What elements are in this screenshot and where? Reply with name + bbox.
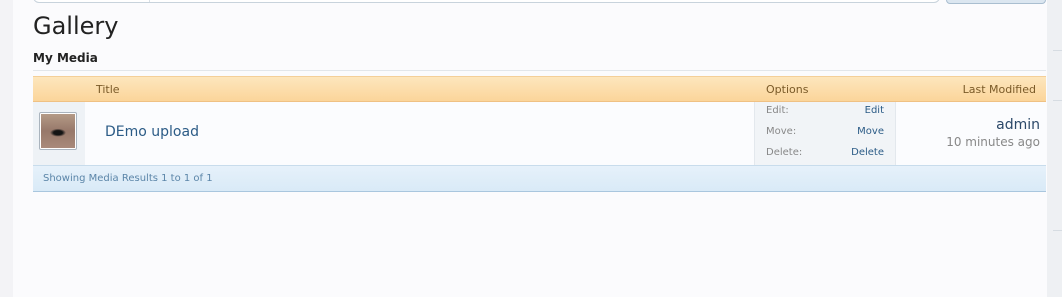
search-input[interactable] [33,0,940,3]
section-title: My Media [33,51,98,65]
edge-divider [1053,230,1062,231]
option-label: Move: [766,126,797,137]
right-scroll-edge [1047,0,1062,297]
column-header-last-modified[interactable]: Last Modified [963,83,1036,96]
search-button[interactable] [946,0,1046,4]
edge-divider [1053,100,1062,101]
table-row: DEmo upload Edit: Edit Move: Move Delete… [33,102,1046,165]
edit-link[interactable]: Edit [865,105,884,116]
page-title: Gallery [33,12,119,40]
last-modified-cell: admin 10 minutes ago [894,102,1046,165]
option-label: Delete: [766,147,803,158]
media-thumbnail[interactable] [39,112,77,150]
eye-photo-image [41,114,75,148]
section-divider [33,70,1046,71]
table-footer: Showing Media Results 1 to 1 of 1 [33,165,1046,192]
media-title-link[interactable]: DEmo upload [105,124,199,140]
option-move: Move: Move [766,123,884,141]
media-table: Title Options Last Modified DEmo upload … [33,76,1046,192]
results-count: Showing Media Results 1 to 1 of 1 [43,173,213,184]
table-header: Title Options Last Modified [33,76,1046,102]
search-divider [149,0,150,2]
column-header-options: Options [766,83,809,96]
delete-link[interactable]: Delete [851,147,884,158]
options-cell: Edit: Edit Move: Move Delete: Delete [754,102,896,165]
option-edit: Edit: Edit [766,102,884,120]
edge-divider [1053,50,1062,51]
column-header-title[interactable]: Title [96,83,120,96]
option-delete: Delete: Delete [766,144,884,162]
option-label: Edit: [766,105,789,116]
move-link[interactable]: Move [857,126,884,137]
modified-user-link[interactable]: admin [996,117,1040,133]
thumbnail-cell [33,102,85,165]
modified-time: 10 minutes ago [946,135,1040,149]
